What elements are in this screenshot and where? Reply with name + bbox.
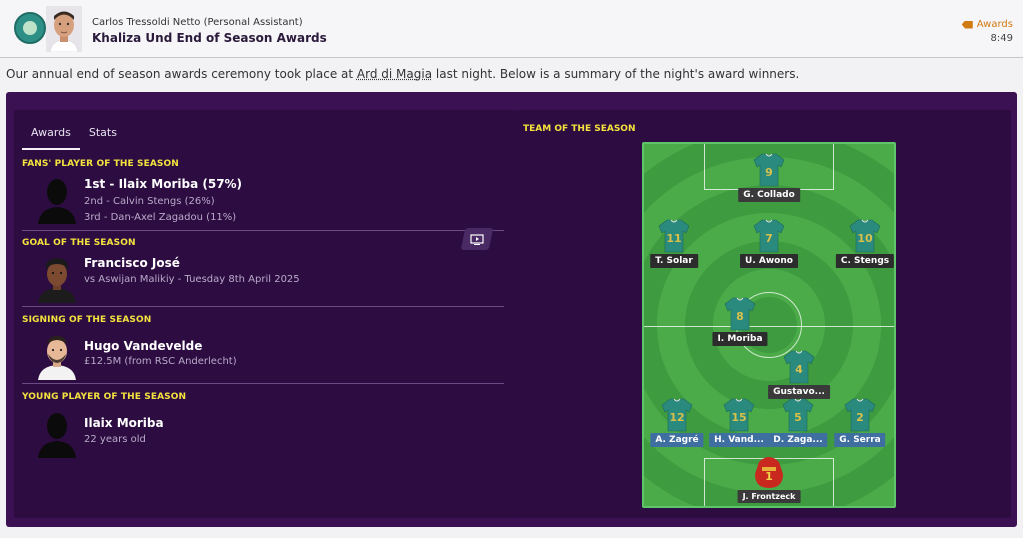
pitch-player[interactable]: 1 J. Frontzeck — [737, 454, 801, 506]
signing-title: SIGNING OF THE SEASON — [22, 315, 152, 325]
pitch-player[interactable]: 8 I. Moriba — [710, 296, 770, 352]
shirt-icon: 7 — [753, 219, 785, 253]
tag-icon — [961, 20, 973, 29]
player-name-label: J. Frontzeck — [737, 490, 801, 503]
player-name-label: G. Serra — [834, 433, 886, 447]
tab-stats[interactable]: Stats — [80, 124, 126, 150]
goal-detail: vs Aswijan Malikiy - Tuesday 8th April 2… — [84, 274, 300, 285]
player-silhouette-icon — [38, 413, 76, 458]
message-time: 8:49 — [990, 33, 1013, 44]
shirt-icon: 4 — [783, 350, 815, 384]
pitch-player[interactable]: 12 A. Zagré — [647, 397, 707, 453]
shirt-number: 10 — [857, 232, 873, 245]
fans-player-third[interactable]: 3rd - Dan-Axel Zagadou (11%) — [84, 212, 236, 223]
shirt-number: 11 — [666, 232, 681, 245]
shirt-icon: 2 — [844, 398, 876, 432]
hugo-vandevelde-portrait — [38, 336, 76, 380]
divider — [22, 306, 504, 307]
young-player[interactable]: Ilaix Moriba — [84, 416, 164, 430]
shirt-icon: 9 — [753, 153, 785, 187]
goalkeeper-shirt-icon: 1 — [755, 457, 783, 488]
young-detail: 22 years old — [84, 434, 146, 445]
shirt-number: 8 — [736, 310, 744, 323]
message-subject: Khaliza Und End of Season Awards — [92, 31, 327, 45]
awards-list-panel: Awards Stats FANS' PLAYER OF THE SEASON … — [14, 110, 515, 518]
intro-text: Our annual end of season awards ceremony… — [6, 67, 799, 81]
shirt-number: 2 — [856, 411, 864, 424]
player-name-label: H. Vand... — [709, 433, 769, 447]
goal-player[interactable]: Francisco José — [84, 256, 180, 270]
pitch-player[interactable]: 2 G. Serra — [830, 397, 890, 453]
intro-before: Our annual end of season awards ceremony… — [6, 67, 357, 81]
shirt-icon: 8 — [724, 297, 756, 331]
player-name-label: G. Collado — [738, 188, 800, 202]
club-crest-icon — [14, 12, 46, 44]
sender-avatar — [46, 6, 82, 52]
shirt-number: 5 — [794, 411, 802, 424]
tab-awards[interactable]: Awards — [22, 124, 80, 150]
venue-link[interactable]: Ard di Magia — [357, 67, 432, 81]
fans-player-winner[interactable]: 1st - Ilaix Moriba (57%) — [84, 177, 242, 191]
signing-detail: £12.5M (from RSC Anderlecht) — [84, 356, 237, 367]
fans-player-title: FANS' PLAYER OF THE SEASON — [22, 159, 179, 169]
divider — [22, 383, 504, 384]
player-name-label: I. Moriba — [712, 332, 768, 346]
pitch-player[interactable]: 10 C. Stengs — [835, 218, 894, 274]
signing-player[interactable]: Hugo Vandevelde — [84, 339, 202, 353]
pitch-player[interactable]: 9 G. Collado — [738, 152, 800, 208]
play-video-button[interactable] — [460, 228, 494, 250]
player-name-label: T. Solar — [650, 254, 698, 268]
team-of-season-panel: TEAM OF THE SEASON 9 G. Collado 11 T. Solar… — [515, 110, 1011, 518]
shirt-number: 12 — [669, 411, 684, 424]
team-of-season-title: TEAM OF THE SEASON — [523, 124, 636, 134]
message-header: Carlos Tressoldi Netto (Personal Assista… — [0, 0, 1023, 58]
video-icon — [470, 234, 484, 245]
shirt-icon: 5 — [782, 398, 814, 432]
francisco-jose-portrait — [38, 258, 76, 303]
player-name-label: A. Zagré — [650, 433, 704, 447]
player-name-label: C. Stengs — [835, 254, 894, 268]
pitch-player[interactable]: 15 H. Vand... — [709, 397, 769, 453]
shirt-icon: 15 — [723, 398, 755, 432]
shirt-icon: 11 — [658, 219, 690, 253]
tab-bar: Awards Stats — [22, 124, 126, 150]
player-name-label: U. Awono — [740, 254, 798, 268]
player-silhouette-icon — [38, 179, 76, 224]
football-pitch: 9 G. Collado 11 T. Solar 7 U. Awono 10 C. Steng… — [642, 142, 896, 508]
divider — [22, 230, 504, 231]
shirt-number: 7 — [765, 232, 773, 245]
shirt-icon: 10 — [849, 219, 881, 253]
pitch-player[interactable]: 7 U. Awono — [739, 218, 799, 274]
shirt-number: 9 — [765, 166, 773, 179]
awards-tag-label: Awards — [976, 19, 1013, 30]
young-player-title: YOUNG PLAYER OF THE SEASON — [22, 392, 187, 402]
player-name-label: D. Zaga... — [768, 433, 828, 447]
fans-player-second[interactable]: 2nd - Calvin Stengs (26%) — [84, 196, 215, 207]
shirt-number: 1 — [765, 470, 773, 483]
shirt-number: 4 — [795, 363, 803, 376]
pitch-player[interactable]: 5 D. Zaga... — [768, 397, 828, 453]
awards-panel: Awards Stats FANS' PLAYER OF THE SEASON … — [6, 92, 1017, 527]
shirt-number: 15 — [731, 411, 746, 424]
intro-after: last night. Below is a summary of the ni… — [432, 67, 800, 81]
sender-name[interactable]: Carlos Tressoldi Netto (Personal Assista… — [92, 17, 303, 28]
shirt-icon: 12 — [661, 398, 693, 432]
goal-title: GOAL OF THE SEASON — [22, 238, 136, 248]
awards-tag[interactable]: Awards — [961, 19, 1013, 30]
pitch-player[interactable]: 11 T. Solar — [644, 218, 704, 274]
